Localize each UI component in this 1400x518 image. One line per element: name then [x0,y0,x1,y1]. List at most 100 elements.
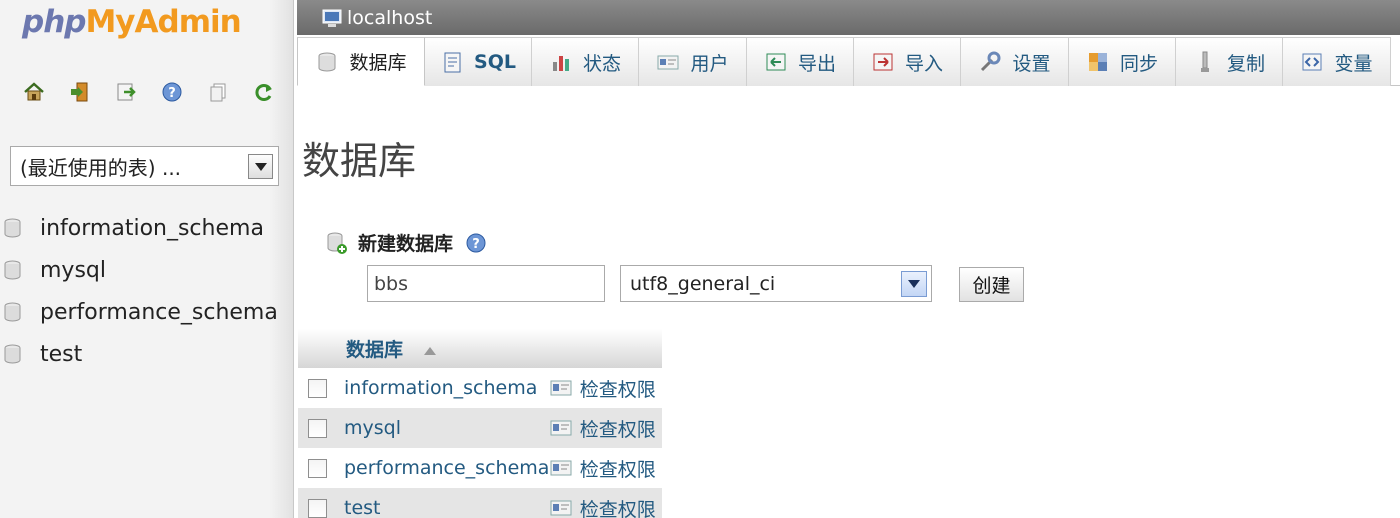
help-icon[interactable]: ? [465,232,487,254]
privileges-icon[interactable] [550,500,572,516]
row-checkbox[interactable] [308,459,327,478]
server-breadcrumb: localhost [297,0,1400,35]
query-window-icon[interactable] [114,80,137,103]
collation-value: utf8_general_ci [630,272,776,295]
row-checkbox[interactable] [308,499,327,518]
row-checkbox-cell [298,448,344,488]
table-row: performance_schema 检查权限 [298,448,662,488]
logout-icon[interactable] [68,80,91,103]
database-name-input[interactable] [367,265,605,302]
privileges-icon[interactable] [550,380,572,396]
copy-icon[interactable] [206,80,229,103]
database-tree: information_schema mysql performance_sch… [0,207,278,375]
column-header-label: 数据库 [346,339,404,361]
create-database-label: 新建数据库 ? [326,229,487,256]
tab-databases[interactable]: 数据库 [297,37,425,86]
tree-item-database[interactable]: performance_schema [0,291,278,333]
tree-item-database[interactable]: mysql [0,249,278,291]
row-checkbox[interactable] [308,379,327,398]
page-title: 数据库 [302,139,417,183]
database-link[interactable]: mysql [344,408,550,448]
create-database-text: 新建数据库 [358,233,454,255]
navigation-panel: phpMyAdmin ? (最近使用的表) ... information_sc… [0,0,294,518]
tab-import[interactable]: 导入 [854,37,961,86]
reload-icon[interactable] [252,80,275,103]
tree-item-label: information_schema [40,215,264,241]
tab-sql[interactable]: SQL [425,37,532,86]
svg-text:?: ? [168,86,176,101]
check-privileges-cell: 检查权限 [549,448,662,488]
tab-label: 用户 [690,52,729,75]
check-privileges-cell: 检查权限 [549,488,662,518]
tab-settings[interactable]: 设置 [961,37,1069,86]
check-privileges-link[interactable]: 检查权限 [580,499,656,518]
chevron-down-icon[interactable] [901,271,927,297]
tab-label: 变量 [1334,52,1373,75]
database-icon [0,344,40,364]
privileges-icon[interactable] [550,420,572,436]
users-icon [656,50,680,74]
import-icon [871,50,895,74]
tree-item-label: mysql [40,257,106,283]
home-icon[interactable] [22,80,45,103]
recent-tables-value: (最近使用的表) ... [20,155,182,180]
create-database-button[interactable]: 创建 [959,267,1024,302]
server-tabs: 数据库 SQL 状态 用户 导出 导入 设置 同步 复制 变量 [297,37,1400,86]
tab-users[interactable]: 用户 [639,37,747,86]
server-name[interactable]: localhost [347,7,432,29]
create-database-icon [327,232,347,254]
row-checkbox-cell [298,368,344,408]
row-checkbox[interactable] [308,419,327,438]
database-icon [315,50,339,74]
tab-replication[interactable]: 复制 [1176,37,1283,86]
check-privileges-link[interactable]: 检查权限 [580,459,656,481]
tab-label: 同步 [1119,52,1158,75]
settings-icon [978,50,1002,74]
row-checkbox-cell [298,408,344,448]
svg-text:?: ? [472,237,480,252]
tab-label: 数据库 [349,52,407,74]
tab-sync[interactable]: 同步 [1069,37,1176,86]
phpmyadmin-logo[interactable]: phpMyAdmin [22,4,242,48]
tree-item-label: test [40,341,83,367]
tab-label: 状态 [582,52,621,75]
server-icon [322,9,342,27]
column-header-database[interactable]: 数据库 [298,329,662,368]
sql-icon [440,50,464,74]
database-link[interactable]: performance_schema [344,448,550,488]
tab-label: 导出 [797,52,836,75]
check-privileges-cell: 检查权限 [549,368,662,408]
check-privileges-link[interactable]: 检查权限 [580,419,656,441]
tab-label: 设置 [1012,52,1051,75]
recent-tables-select[interactable]: (最近使用的表) ... [10,146,279,186]
logo-myadmin-text: MyAdmin [85,4,241,40]
tree-item-database[interactable]: information_schema [0,207,278,249]
table-row: test 检查权限 [298,488,662,518]
tab-label: 复制 [1226,52,1265,75]
documentation-icon[interactable]: ? [160,80,183,103]
tab-status[interactable]: 状态 [532,37,639,86]
check-privileges-cell: 检查权限 [549,408,662,448]
tab-export[interactable]: 导出 [747,37,854,86]
collation-select[interactable]: utf8_general_ci [620,265,932,302]
tree-item-database[interactable]: test [0,333,278,375]
tab-variables[interactable]: 变量 [1283,37,1391,86]
tab-label: 导入 [904,52,943,75]
privileges-icon[interactable] [550,460,572,476]
databases-table: 数据库 information_schema 检查权限 mysql 检查权限 p… [298,329,662,518]
logo-php-text: php [22,4,86,40]
table-row: mysql 检查权限 [298,408,662,448]
database-icon [0,302,40,322]
tab-label: SQL [474,51,516,73]
export-icon [764,50,788,74]
sort-ascending-icon[interactable] [423,346,436,355]
database-link[interactable]: test [344,488,550,518]
database-link[interactable]: information_schema [344,368,550,408]
database-icon [0,218,40,238]
status-icon [549,50,573,74]
chevron-down-icon[interactable] [248,154,273,179]
check-privileges-link[interactable]: 检查权限 [580,379,656,401]
replication-icon [1193,50,1217,74]
sync-icon [1086,50,1110,74]
database-icon [0,260,40,280]
